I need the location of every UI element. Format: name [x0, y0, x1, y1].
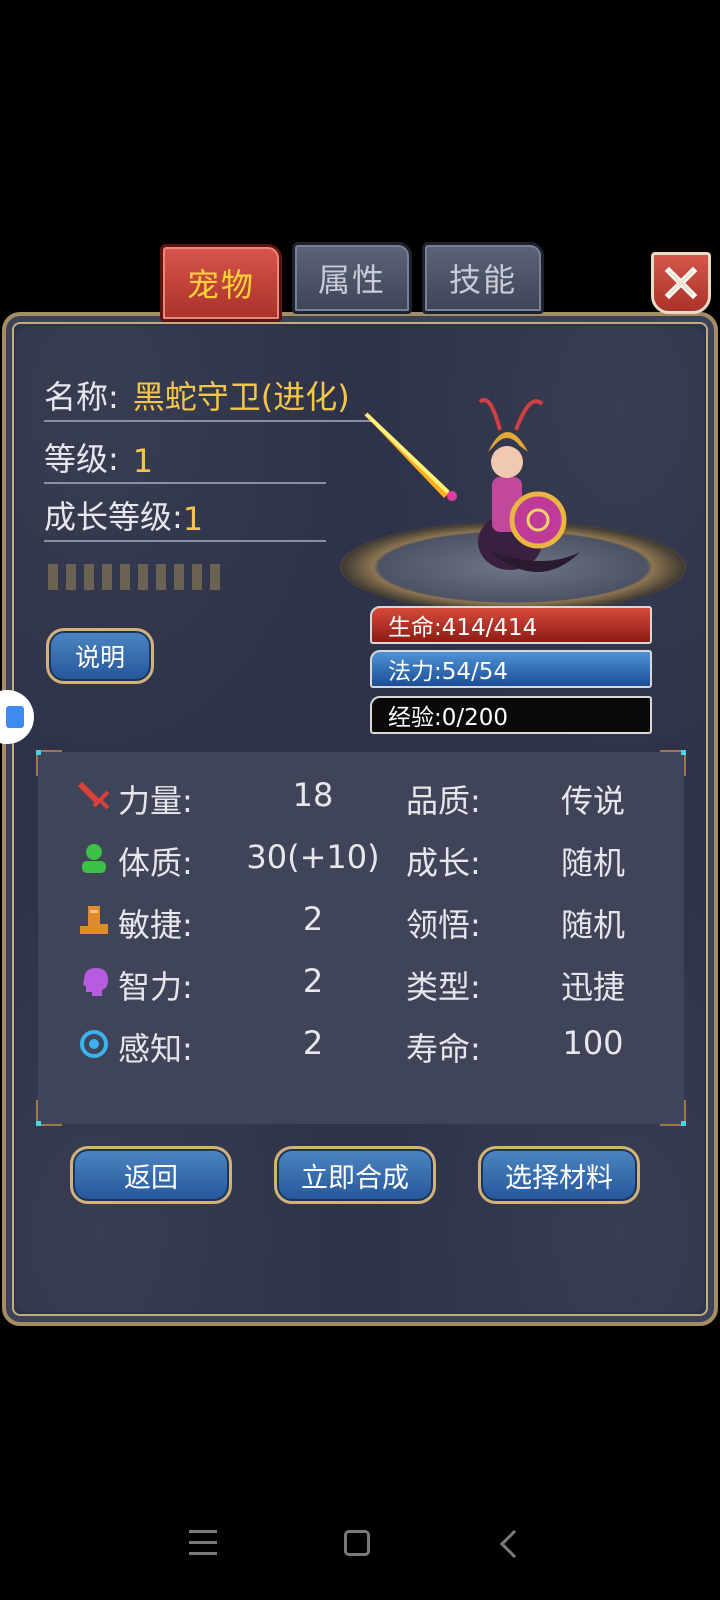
stat-label: 寿命:	[406, 1030, 481, 1068]
exp-bar: 经验:0/200	[370, 696, 652, 734]
stat-label: 感知:	[118, 1030, 193, 1068]
corner-dot	[681, 750, 686, 755]
growth-segment	[174, 564, 184, 590]
tab-pet[interactable]: 宠物	[160, 244, 282, 322]
tab-attributes[interactable]: 属性	[292, 242, 412, 314]
tab-skills[interactable]: 技能	[422, 242, 544, 314]
pet-name-label: 名称:	[44, 378, 119, 416]
pet-level-label: 等级:	[44, 440, 119, 478]
pet-sprite	[362, 398, 580, 572]
head-icon	[83, 968, 108, 996]
stat-value: 30(+10)	[246, 838, 380, 876]
stat-value: 100	[562, 1024, 624, 1062]
stat-value: 随机	[560, 844, 625, 882]
stat-label: 体质:	[118, 844, 193, 882]
growth-segment	[192, 564, 202, 590]
growth-progress-bars	[48, 564, 220, 590]
stat-value: 传说	[560, 782, 625, 820]
select-material-button[interactable]: 选择材料	[478, 1146, 640, 1204]
game-screen: 属性 技能 宠物 名称: 黑蛇守卫(进化) 等级: 1 成长等级: 1 说明 生…	[0, 0, 720, 1600]
menu-line	[189, 1541, 217, 1544]
stat-row: 敏捷: 2 领悟: 随机	[38, 890, 684, 950]
growth-segment	[48, 564, 58, 590]
pet-name-row: 名称: 黑蛇守卫(进化)	[44, 376, 374, 422]
stat-label: 类型:	[406, 968, 481, 1006]
pet-level-row: 等级: 1	[44, 438, 326, 484]
stat-row: 体质: 30(+10) 成长: 随机	[38, 828, 684, 888]
stat-label: 力量:	[118, 782, 193, 820]
mp-bar: 法力:54/54	[370, 650, 652, 688]
close-icon	[664, 266, 698, 300]
stat-value: 2	[302, 1024, 324, 1062]
growth-segment	[156, 564, 166, 590]
growth-segment	[210, 564, 220, 590]
pet-name: 黑蛇守卫(进化)	[132, 378, 350, 416]
boot-icon	[80, 906, 108, 934]
hp-text: 生命:414/414	[388, 615, 538, 641]
recent-apps-button[interactable]	[189, 1530, 217, 1563]
growth-level-row: 成长等级: 1	[44, 496, 326, 542]
description-button[interactable]: 说明	[46, 628, 154, 684]
stat-value: 2	[302, 962, 324, 1000]
corner-dot	[36, 750, 41, 755]
menu-line	[189, 1552, 217, 1555]
stat-label: 成长:	[406, 844, 481, 882]
stat-label: 品质:	[406, 782, 481, 820]
stat-label: 领悟:	[406, 906, 481, 944]
menu-line	[189, 1530, 217, 1533]
stat-value: 迅捷	[560, 968, 625, 1006]
stat-row: 智力: 2 类型: 迅捷	[38, 952, 684, 1012]
system-nav-bar	[0, 1529, 720, 1570]
eye-ring-icon	[80, 1030, 108, 1058]
home-button[interactable]	[344, 1530, 370, 1556]
exp-text: 经验:0/200	[388, 705, 509, 731]
person-icon	[82, 844, 106, 873]
close-button[interactable]	[651, 252, 711, 314]
growth-level-label: 成长等级:	[44, 498, 183, 536]
stats-box: 力量: 18 品质: 传说 体质: 30(+10) 成长: 随机 敏捷: 2 领…	[36, 750, 686, 1126]
growth-segment	[84, 564, 94, 590]
back-nav-button[interactable]	[499, 1529, 529, 1559]
growth-level: 1	[182, 500, 204, 538]
back-button[interactable]: 返回	[70, 1146, 232, 1204]
growth-segment	[138, 564, 148, 590]
pet-level: 1	[132, 442, 154, 480]
assistant-icon	[6, 706, 24, 728]
sword-icon	[78, 781, 110, 810]
stat-label: 智力:	[118, 968, 193, 1006]
corner-dot	[681, 1121, 686, 1126]
stat-label: 敏捷:	[118, 906, 193, 944]
stat-row: 力量: 18 品质: 传说	[38, 766, 684, 826]
merge-now-button[interactable]: 立即合成	[274, 1146, 436, 1204]
growth-segment	[66, 564, 76, 590]
growth-segment	[120, 564, 130, 590]
corner-dot	[36, 1121, 41, 1126]
stat-value: 2	[302, 900, 324, 938]
mp-text: 法力:54/54	[388, 659, 509, 685]
hp-bar: 生命:414/414	[370, 606, 652, 644]
stat-value: 18	[292, 776, 334, 814]
stat-value: 随机	[560, 906, 625, 944]
growth-segment	[102, 564, 112, 590]
stat-row: 感知: 2 寿命: 100	[38, 1014, 684, 1074]
